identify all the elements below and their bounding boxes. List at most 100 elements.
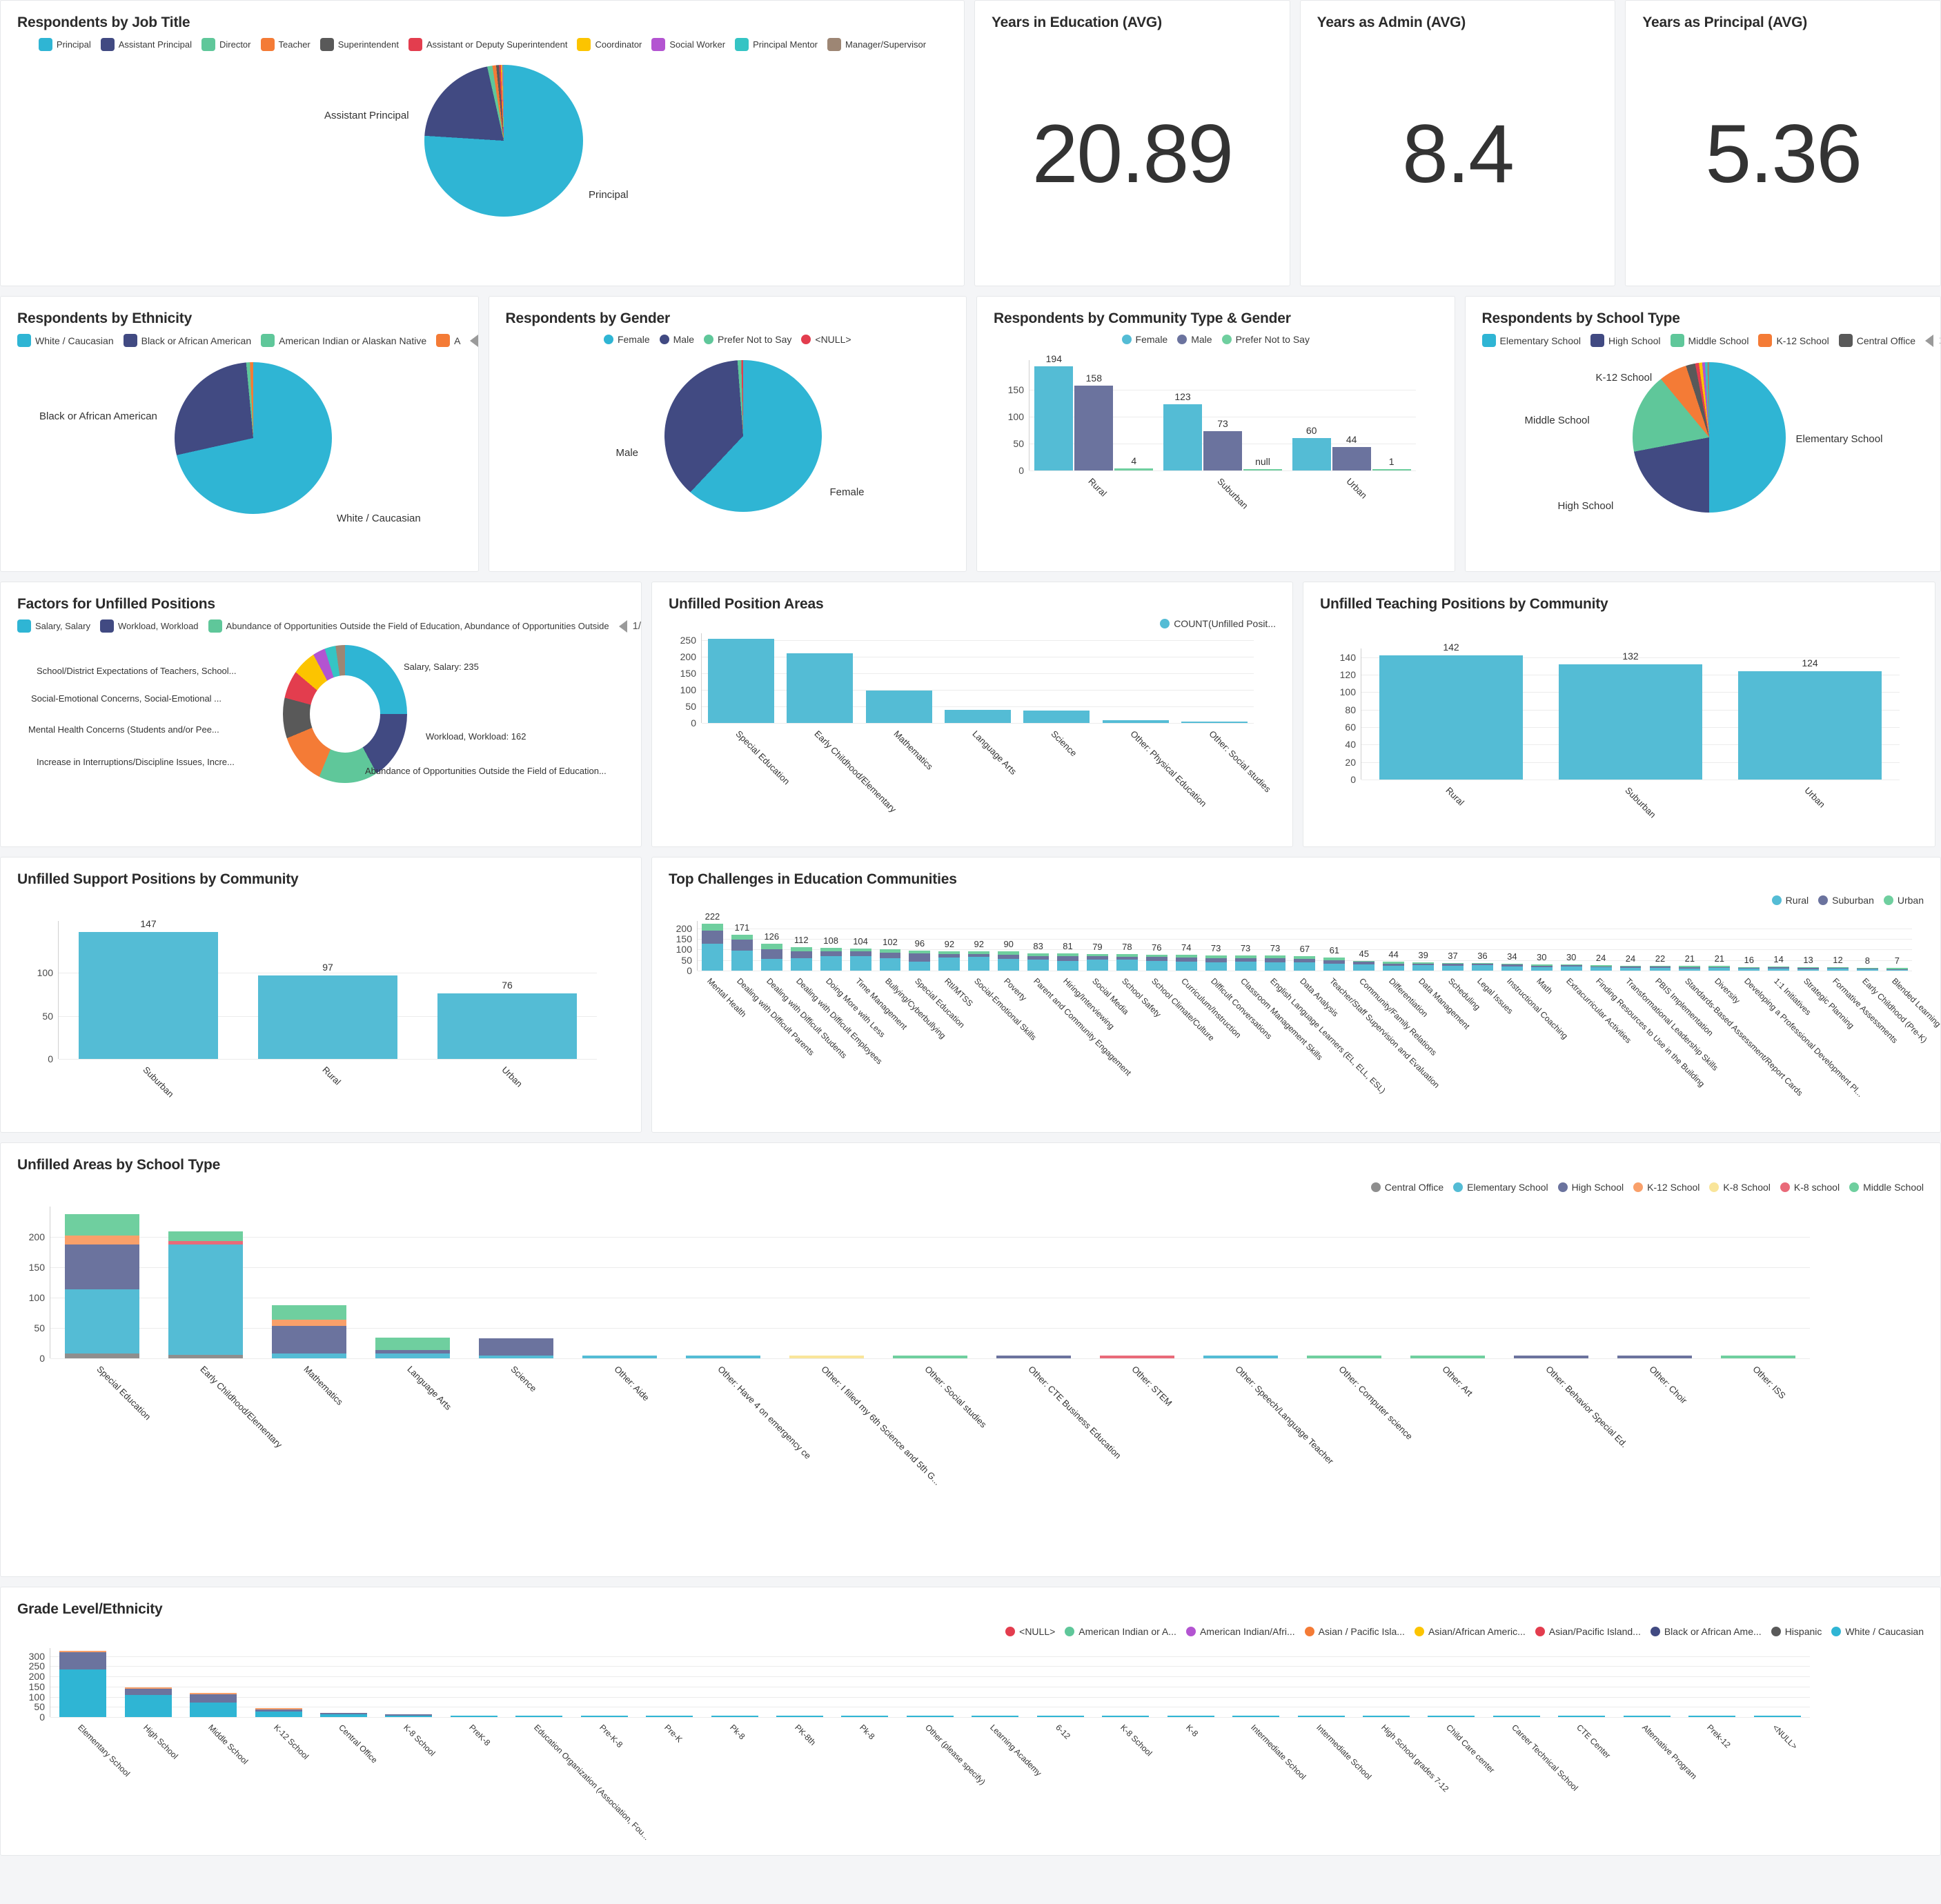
legend-item[interactable]: Elementary School xyxy=(1453,1182,1548,1193)
legend-item[interactable]: Hispanic xyxy=(1771,1626,1822,1637)
bar[interactable] xyxy=(1688,1716,1736,1717)
bar[interactable] xyxy=(1442,962,1464,971)
bar[interactable] xyxy=(1617,1355,1692,1358)
bar[interactable] xyxy=(972,1716,1019,1717)
bar[interactable] xyxy=(1036,1716,1084,1717)
bar[interactable] xyxy=(1102,720,1169,723)
legend-item[interactable]: Manager/Supervisor xyxy=(827,38,926,51)
legend-item[interactable]: Elementary School xyxy=(1481,334,1581,347)
legend-item[interactable]: Central Office xyxy=(1838,334,1915,347)
chevron-left-icon[interactable] xyxy=(470,334,478,347)
legend-item[interactable]: Black or African American xyxy=(123,334,251,347)
bar[interactable] xyxy=(1114,468,1154,470)
legend-item[interactable]: Salary, Salary xyxy=(17,619,90,633)
bar[interactable] xyxy=(938,951,960,971)
legend-item[interactable]: <NULL> xyxy=(801,334,851,345)
bar[interactable] xyxy=(909,950,931,971)
bar[interactable] xyxy=(1559,664,1702,780)
bar[interactable] xyxy=(1264,955,1286,971)
legend-item[interactable]: Teacher xyxy=(260,38,311,51)
legend-item[interactable]: Female xyxy=(603,334,650,345)
legend-pager[interactable]: 1/7 xyxy=(1925,334,1940,347)
legend-item[interactable]: High School xyxy=(1590,334,1661,347)
bar[interactable] xyxy=(906,1716,954,1717)
bar[interactable] xyxy=(1243,469,1282,470)
bar[interactable] xyxy=(1362,1716,1410,1717)
legend-item[interactable]: Principal Mentor xyxy=(735,38,818,51)
legend-item[interactable]: K-8 School xyxy=(1709,1182,1771,1193)
bar[interactable] xyxy=(1558,1716,1606,1717)
bar[interactable] xyxy=(790,946,812,971)
bar[interactable] xyxy=(708,639,775,723)
bar[interactable] xyxy=(1738,966,1760,971)
bar[interactable] xyxy=(944,709,1011,723)
bar[interactable] xyxy=(1074,385,1114,470)
legend-item[interactable]: COUNT(Unfilled Posit... xyxy=(1160,618,1276,629)
bar[interactable] xyxy=(1175,955,1197,971)
bar[interactable] xyxy=(1145,954,1167,971)
bar[interactable] xyxy=(1167,1716,1214,1717)
bar[interactable] xyxy=(1428,1716,1475,1717)
chevron-left-icon[interactable] xyxy=(618,619,627,633)
bar[interactable] xyxy=(257,975,398,1059)
bar[interactable] xyxy=(787,653,854,723)
bar[interactable] xyxy=(65,1213,139,1358)
legend-item[interactable]: Male xyxy=(1177,334,1212,345)
bar[interactable] xyxy=(879,949,901,971)
bar[interactable] xyxy=(1514,1355,1588,1358)
bar[interactable] xyxy=(1708,966,1731,971)
bar[interactable] xyxy=(385,1714,433,1717)
legend-item[interactable]: American Indian or Alaskan Native xyxy=(261,334,426,347)
legend-item[interactable]: Urban xyxy=(1883,895,1924,906)
legend-item[interactable]: Superintendent xyxy=(319,38,399,51)
legend-item[interactable]: Female xyxy=(1121,334,1167,345)
bar[interactable] xyxy=(1886,968,1908,971)
bar[interactable] xyxy=(1501,963,1523,971)
bar[interactable] xyxy=(1383,961,1405,971)
bar[interactable] xyxy=(1205,955,1227,971)
bar[interactable] xyxy=(450,1716,497,1717)
bar[interactable] xyxy=(1856,968,1878,971)
legend-pager[interactable]: 1/9 xyxy=(618,619,641,633)
bar[interactable] xyxy=(1292,438,1331,470)
legend-item[interactable]: Middle School xyxy=(1670,334,1748,347)
bar[interactable] xyxy=(1530,964,1553,971)
legend-item[interactable]: High School xyxy=(1557,1182,1624,1193)
legend-item[interactable]: Social Worker xyxy=(651,38,725,51)
bar[interactable] xyxy=(760,944,782,971)
legend-item[interactable]: Workload, Workload xyxy=(99,619,199,633)
legend-item[interactable]: <NULL> xyxy=(1005,1626,1055,1637)
bar[interactable] xyxy=(1492,1716,1540,1717)
bar[interactable] xyxy=(1471,962,1493,971)
bar[interactable] xyxy=(78,932,219,1059)
bar[interactable] xyxy=(789,1355,864,1358)
legend-item[interactable]: Coordinator xyxy=(577,38,642,51)
bar[interactable] xyxy=(1738,671,1882,780)
legend-item[interactable]: Asian/African Americ... xyxy=(1414,1626,1526,1637)
legend-item[interactable]: K-12 School xyxy=(1633,1182,1699,1193)
legend-item[interactable]: Suburban xyxy=(1818,895,1874,906)
bar[interactable] xyxy=(1232,1716,1280,1717)
bar[interactable] xyxy=(968,951,990,971)
bar[interactable] xyxy=(1323,958,1346,971)
legend-item[interactable]: White / Caucasian xyxy=(17,334,114,347)
bar[interactable] xyxy=(1100,1355,1174,1358)
bar[interactable] xyxy=(1234,955,1257,971)
bar[interactable] xyxy=(998,951,1020,971)
bar[interactable] xyxy=(841,1716,889,1717)
bar[interactable] xyxy=(1116,954,1138,971)
bar[interactable] xyxy=(1353,961,1375,971)
bar[interactable] xyxy=(437,993,578,1059)
bar[interactable] xyxy=(731,934,753,971)
bar[interactable] xyxy=(865,691,932,723)
bar[interactable] xyxy=(1753,1716,1801,1717)
bar[interactable] xyxy=(1590,965,1612,971)
bar[interactable] xyxy=(820,947,842,971)
legend-item[interactable]: Rural xyxy=(1771,895,1809,906)
bar[interactable] xyxy=(1679,966,1701,971)
bar[interactable] xyxy=(59,1650,107,1717)
bar[interactable] xyxy=(515,1716,563,1717)
legend-item[interactable]: Abundance of Opportunities Outside the F… xyxy=(208,619,609,633)
bar[interactable] xyxy=(580,1716,628,1717)
legend-item[interactable]: Black or African Ame... xyxy=(1650,1626,1762,1637)
